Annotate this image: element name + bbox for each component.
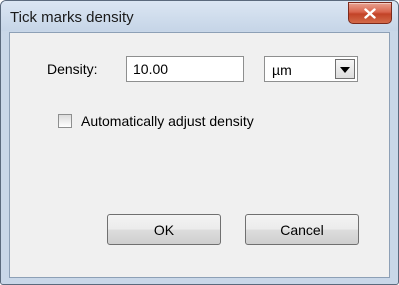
unit-dropdown-button[interactable] [335, 59, 355, 79]
ok-button[interactable]: OK [107, 214, 221, 245]
dialog-title: Tick marks density [10, 9, 134, 26]
auto-adjust-label[interactable]: Automatically adjust density [81, 113, 254, 129]
auto-adjust-checkbox[interactable] [58, 114, 72, 128]
chevron-down-icon [340, 60, 350, 78]
unit-selected-value: µm [272, 62, 292, 78]
density-label: Density: [47, 61, 98, 77]
unit-dropdown[interactable]: µm [264, 56, 358, 82]
close-icon [364, 7, 376, 19]
cancel-button[interactable]: Cancel [245, 214, 359, 245]
density-input[interactable]: 10.00 [126, 56, 244, 82]
title-bar[interactable]: Tick marks density [1, 1, 398, 31]
close-button[interactable] [348, 2, 392, 24]
